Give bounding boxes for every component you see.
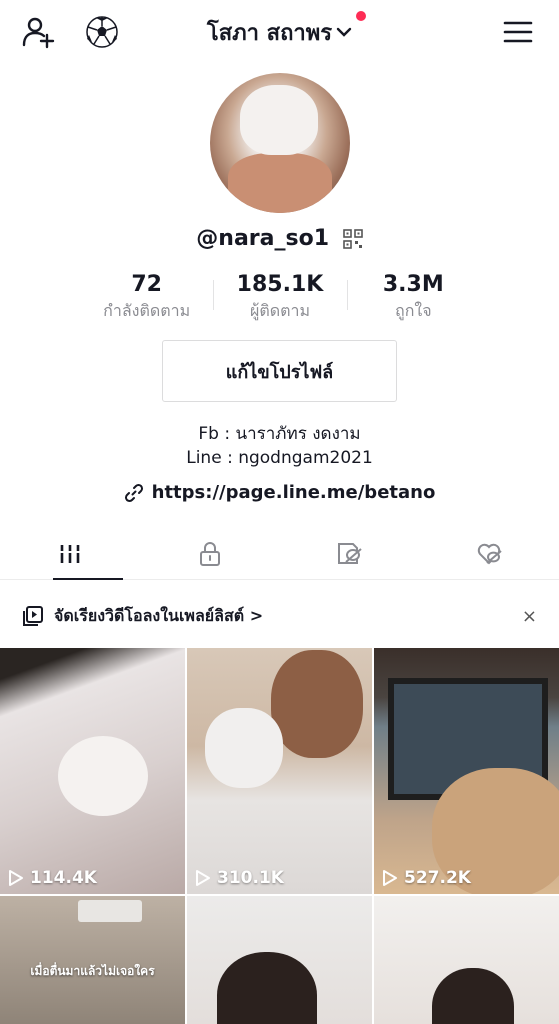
followers-count: 185.1K [236, 272, 324, 297]
view-count: 527.2K [382, 868, 471, 888]
playlist-banner[interactable]: จัดเรียงวิดีโอลงในเพลย์ลิสต์ > × [0, 594, 559, 638]
username-row: @nara_so1 [0, 226, 559, 251]
hidden-repost-icon [338, 542, 363, 564]
notification-dot [356, 10, 367, 21]
video-caption: เมื่อตื่นมาแล้วไม่เจอใคร [30, 964, 155, 978]
video-thumbnail[interactable]: เมื่อตื่นมาแล้วไม่เจอใคร [0, 896, 185, 1024]
following-count: 72 [131, 272, 162, 297]
tab-private[interactable] [140, 528, 280, 579]
menu-button[interactable] [500, 14, 536, 50]
account-switcher[interactable]: โสภา สถาพร [206, 10, 367, 50]
view-count: 310.1K [195, 868, 284, 888]
video-thumbnail[interactable] [187, 896, 372, 1024]
bio-line-line: Line : ngodngam2021 [186, 448, 373, 468]
grid-icon [59, 544, 80, 563]
avatar-hand [228, 153, 332, 213]
hidden-heart-icon [477, 543, 502, 564]
likes-stat[interactable]: 3.3M ถูกใจ [346, 270, 480, 326]
profile-link[interactable]: https://page.line.me/betano [0, 482, 559, 503]
play-icon [196, 870, 210, 886]
username: @nara_so1 [196, 226, 330, 251]
video-thumbnail[interactable] [374, 896, 559, 1024]
play-icon [383, 870, 397, 886]
tab-videos[interactable] [0, 528, 140, 580]
video-thumbnail[interactable]: 310.1K [187, 648, 372, 894]
tab-reposts[interactable] [280, 528, 420, 579]
following-label: กำลังติดตาม [103, 301, 191, 320]
qr-code-icon[interactable] [342, 229, 363, 249]
playlist-banner-text: จัดเรียงวิดีโอลงในเพลย์ลิสต์ > [54, 605, 264, 625]
close-banner-button[interactable]: × [522, 606, 537, 627]
profile-link-text: https://page.line.me/betano [151, 482, 436, 503]
likes-count: 3.3M [382, 272, 444, 297]
top-bar: โสภา สถาพร [0, 0, 559, 64]
video-thumbnail[interactable]: 527.2K [374, 648, 559, 894]
likes-label: ถูกใจ [395, 301, 432, 320]
playlist-icon [23, 606, 43, 626]
video-grid: 114.4K 310.1K 527.2K เมื่อตื่นมาแล้วไม่เ… [0, 648, 559, 1024]
avatar[interactable] [210, 73, 350, 213]
following-stat[interactable]: 72 กำลังติดตาม [80, 270, 213, 326]
lock-icon [199, 541, 220, 566]
avatar-cat [240, 85, 318, 155]
bio-line-facebook: Fb : นาราภัทร งดงาม [198, 424, 361, 444]
followers-label: ผู้ติดตาม [249, 301, 311, 320]
edit-profile-button[interactable]: แก้ไขโปรไฟล์ [162, 340, 397, 402]
content-tabs [0, 528, 559, 580]
followers-stat[interactable]: 185.1K ผู้ติดตาม [213, 270, 346, 326]
page-title: โสภา สถาพร [206, 20, 333, 46]
profile-stats: 72 กำลังติดตาม 185.1K ผู้ติดตาม 3.3M ถูก… [80, 270, 480, 326]
tab-liked[interactable] [419, 528, 559, 579]
chevron-down-icon [336, 27, 352, 37]
view-count: 114.4K [8, 868, 97, 888]
bio: Fb : นาราภัทร งดงาม Line : ngodngam2021 [0, 422, 559, 470]
hamburger-menu-icon [503, 21, 533, 43]
link-icon [124, 483, 143, 502]
video-thumbnail[interactable]: 114.4K [0, 648, 185, 894]
play-icon [9, 870, 23, 886]
